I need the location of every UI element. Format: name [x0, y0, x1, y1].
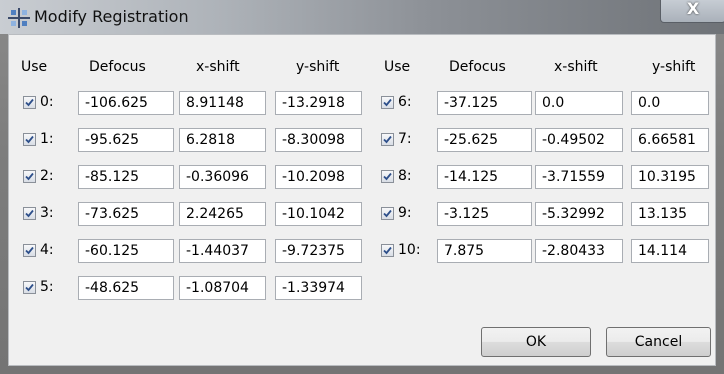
use-checkbox-9[interactable]	[381, 207, 394, 220]
header-xshift-right: x-shift	[554, 59, 598, 75]
header-yshift-right: y-shift	[652, 59, 696, 75]
app-icon	[8, 8, 30, 28]
use-checkbox-3[interactable]	[23, 207, 36, 220]
yshift-field-6[interactable]: 0.0	[631, 91, 709, 115]
header-use-left: Use	[21, 59, 48, 75]
header-yshift-left: y-shift	[296, 59, 340, 75]
use-checkbox-5[interactable]	[23, 281, 36, 294]
ok-button[interactable]: OK	[481, 327, 591, 357]
checkmark-icon	[383, 98, 392, 107]
close-button[interactable]: X	[660, 0, 724, 23]
row-label-3: 3:	[40, 205, 54, 221]
defocus-field-5[interactable]: -48.625	[78, 276, 174, 300]
use-checkbox-6[interactable]	[381, 96, 394, 109]
xshift-field-6[interactable]: 0.0	[535, 91, 623, 115]
xshift-field-9[interactable]: -5.32992	[535, 202, 623, 226]
yshift-field-0[interactable]: -13.2918	[275, 91, 362, 115]
row-label-9: 9:	[398, 205, 412, 221]
defocus-field-3[interactable]: -73.625	[78, 202, 174, 226]
checkmark-icon	[383, 135, 392, 144]
row-label-1: 1:	[40, 131, 54, 147]
header-xshift-left: x-shift	[196, 59, 240, 75]
xshift-field-5[interactable]: -1.08704	[179, 276, 266, 300]
title-bar[interactable]: Modify Registration X	[0, 0, 724, 34]
row-label-0: 0:	[40, 94, 54, 110]
yshift-field-1[interactable]: -8.30098	[275, 128, 362, 152]
xshift-field-7[interactable]: -0.49502	[535, 128, 623, 152]
defocus-field-9[interactable]: -3.125	[437, 202, 532, 226]
use-checkbox-0[interactable]	[23, 96, 36, 109]
row-label-2: 2:	[40, 168, 54, 184]
checkmark-icon	[383, 209, 392, 218]
xshift-field-4[interactable]: -1.44037	[179, 239, 266, 263]
row-label-8: 8:	[398, 168, 412, 184]
yshift-field-5[interactable]: -1.33974	[275, 276, 362, 300]
defocus-field-0[interactable]: -106.625	[78, 91, 174, 115]
checkmark-icon	[25, 283, 34, 292]
yshift-field-10[interactable]: 14.114	[631, 239, 709, 263]
defocus-field-4[interactable]: -60.125	[78, 239, 174, 263]
xshift-field-3[interactable]: 2.24265	[179, 202, 266, 226]
window-title: Modify Registration	[34, 7, 189, 26]
yshift-field-8[interactable]: 10.3195	[631, 165, 709, 189]
checkmark-icon	[383, 246, 392, 255]
defocus-field-10[interactable]: 7.875	[437, 239, 532, 263]
defocus-field-7[interactable]: -25.625	[437, 128, 532, 152]
use-checkbox-7[interactable]	[381, 133, 394, 146]
checkmark-icon	[25, 172, 34, 181]
use-checkbox-10[interactable]	[381, 244, 394, 257]
yshift-field-7[interactable]: 6.66581	[631, 128, 709, 152]
yshift-field-2[interactable]: -10.2098	[275, 165, 362, 189]
header-defocus-right: Defocus	[449, 59, 506, 75]
defocus-field-8[interactable]: -14.125	[437, 165, 532, 189]
use-checkbox-1[interactable]	[23, 133, 36, 146]
yshift-field-4[interactable]: -9.72375	[275, 239, 362, 263]
checkmark-icon	[25, 209, 34, 218]
yshift-field-3[interactable]: -10.1042	[275, 202, 362, 226]
defocus-field-1[interactable]: -95.625	[78, 128, 174, 152]
use-checkbox-4[interactable]	[23, 244, 36, 257]
checkmark-icon	[383, 172, 392, 181]
defocus-field-6[interactable]: -37.125	[437, 91, 532, 115]
checkmark-icon	[25, 246, 34, 255]
yshift-field-9[interactable]: 13.135	[631, 202, 709, 226]
modify-registration-window: Modify Registration X Use Defocus x-shif…	[0, 0, 724, 374]
xshift-field-10[interactable]: -2.80433	[535, 239, 623, 263]
row-label-5: 5:	[40, 279, 54, 295]
xshift-field-0[interactable]: 8.91148	[179, 91, 266, 115]
xshift-field-1[interactable]: 6.2818	[179, 128, 266, 152]
header-defocus-left: Defocus	[89, 59, 146, 75]
row-label-6: 6:	[398, 94, 412, 110]
checkmark-icon	[25, 135, 34, 144]
row-label-7: 7:	[398, 131, 412, 147]
header-use-right: Use	[384, 59, 411, 75]
defocus-field-2[interactable]: -85.125	[78, 165, 174, 189]
use-checkbox-2[interactable]	[23, 170, 36, 183]
dialog-body: Use Defocus x-shift y-shift Use Defocus …	[8, 34, 716, 366]
row-label-10: 10:	[398, 242, 421, 258]
cancel-button[interactable]: Cancel	[606, 327, 711, 357]
xshift-field-2[interactable]: -0.36096	[179, 165, 266, 189]
xshift-field-8[interactable]: -3.71559	[535, 165, 623, 189]
row-label-4: 4:	[40, 242, 54, 258]
checkmark-icon	[25, 98, 34, 107]
use-checkbox-8[interactable]	[381, 170, 394, 183]
close-icon: X	[686, 0, 700, 18]
